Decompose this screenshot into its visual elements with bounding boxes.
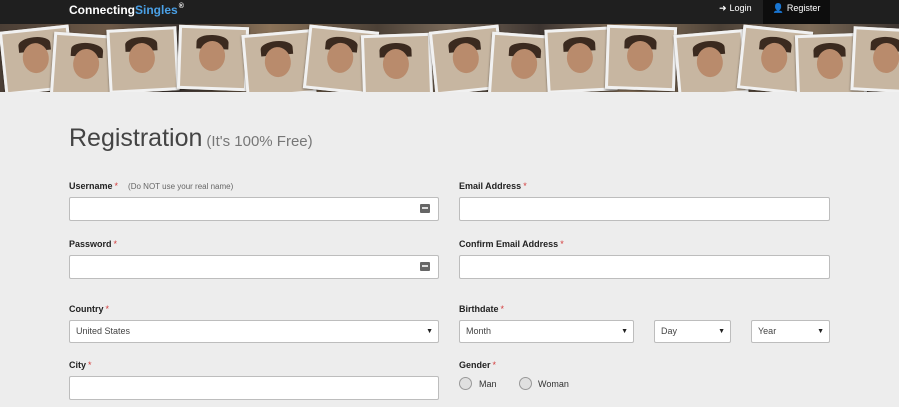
banner-photo <box>360 32 434 92</box>
password-field[interactable] <box>69 255 439 279</box>
banner-photo <box>106 26 180 92</box>
username-hint: (Do NOT use your real name) <box>128 182 234 191</box>
banner-photo <box>604 24 678 92</box>
keyboard-icon[interactable] <box>420 204 430 213</box>
country-select[interactable]: United States ▼ <box>69 320 439 343</box>
user-icon: 👤 <box>772 3 784 13</box>
birthdate-label-text: Birthdate <box>459 304 499 314</box>
banner-photo <box>176 24 250 92</box>
chevron-down-icon: ▼ <box>426 328 433 335</box>
keyboard-icon[interactable] <box>420 262 430 271</box>
country-select-value: United States <box>76 326 131 336</box>
username-label: Username * (Do NOT use your real name) <box>69 181 233 191</box>
username-field[interactable] <box>69 197 439 221</box>
brand-logo[interactable]: ConnectingSingles® <box>69 3 184 17</box>
brand-name: Connecting <box>69 3 135 17</box>
chevron-down-icon: ▼ <box>621 328 628 335</box>
birthdate-label: Birthdate * <box>459 304 504 314</box>
gender-woman-radio[interactable] <box>519 377 532 390</box>
country-label-text: Country <box>69 304 104 314</box>
gender-woman-label[interactable]: Woman <box>538 379 569 389</box>
required-asterisk: * <box>88 360 92 370</box>
password-label-text: Password <box>69 239 112 249</box>
sign-in-icon: ➜ <box>719 3 727 13</box>
birth-month-select[interactable]: Month ▼ <box>459 320 634 343</box>
confirm-email-field[interactable] <box>459 255 830 279</box>
required-asterisk: * <box>114 181 119 191</box>
required-asterisk: * <box>523 181 527 191</box>
required-asterisk: * <box>113 239 118 249</box>
birth-month-value: Month <box>466 326 492 336</box>
login-link[interactable]: ➜ Login <box>717 0 754 24</box>
banner-photo <box>850 26 899 92</box>
required-asterisk: * <box>560 239 564 249</box>
chevron-down-icon: ▼ <box>817 328 824 335</box>
confirm-email-label-text: Confirm Email Address <box>459 239 559 249</box>
city-label: City * <box>69 360 92 370</box>
register-label: Register <box>786 3 821 13</box>
city-field[interactable] <box>69 376 439 400</box>
required-asterisk: * <box>492 360 497 370</box>
gender-man-radio[interactable] <box>459 377 472 390</box>
username-label-text: Username <box>69 181 113 191</box>
brand-registered-mark: ® <box>178 3 184 10</box>
confirm-email-label: Confirm Email Address * <box>459 239 564 249</box>
register-link[interactable]: 👤 Register <box>763 0 830 24</box>
page-title-text: Registration <box>69 124 203 152</box>
photo-banner <box>0 24 899 92</box>
password-label: Password * <box>69 239 117 249</box>
country-label: Country * <box>69 304 109 314</box>
required-asterisk: * <box>500 304 505 314</box>
page-subtitle: (It's 100% Free) <box>206 133 313 150</box>
top-navbar: ConnectingSingles® ➜ Login 👤 Register <box>0 0 899 24</box>
login-label: Login <box>729 3 752 13</box>
brand-name-accent: Singles <box>135 3 178 17</box>
email-label-text: Email Address <box>459 181 522 191</box>
gender-label: Gender * <box>459 360 496 370</box>
page-title: Registration (It's 100% Free) <box>69 124 313 153</box>
birth-day-select[interactable]: Day ▼ <box>654 320 731 343</box>
chevron-down-icon: ▼ <box>718 328 725 335</box>
required-asterisk: * <box>105 304 110 314</box>
birth-year-select[interactable]: Year ▼ <box>751 320 830 343</box>
gender-man-label[interactable]: Man <box>479 379 497 389</box>
city-label-text: City <box>69 360 87 370</box>
email-field[interactable] <box>459 197 830 221</box>
gender-label-text: Gender <box>459 360 491 370</box>
birth-year-value: Year <box>758 326 777 336</box>
email-label: Email Address * <box>459 181 527 191</box>
birth-day-value: Day <box>661 326 678 336</box>
